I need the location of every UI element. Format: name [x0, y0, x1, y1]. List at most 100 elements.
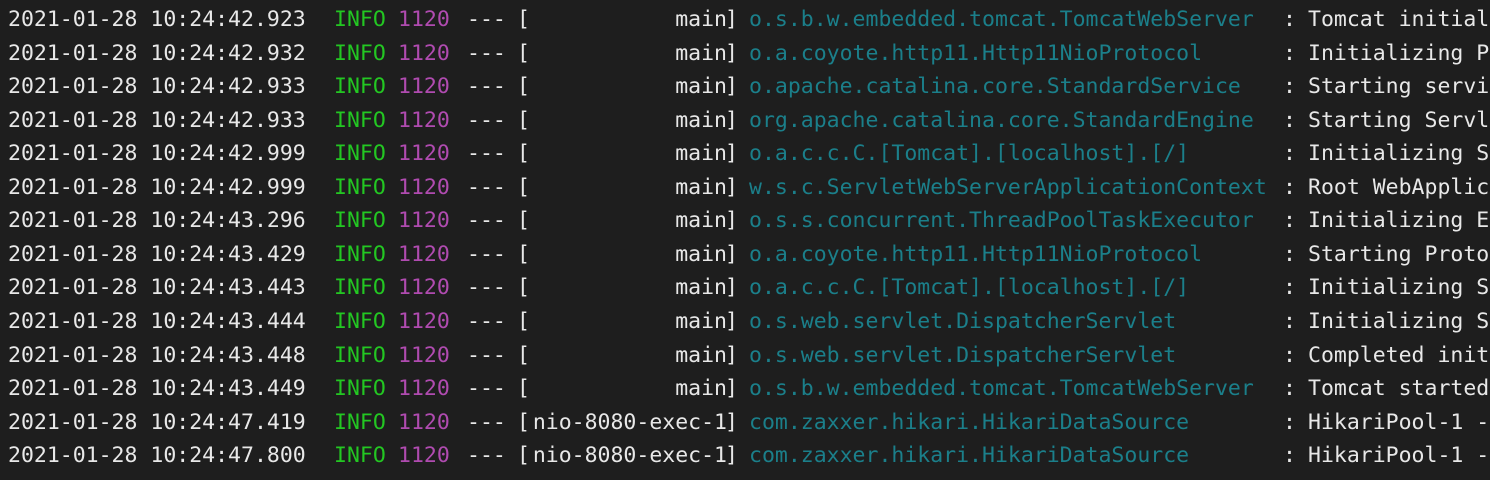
thread-bracket-open: [: [517, 275, 530, 301]
log-timestamp: 2021-01-28 10:24:42.999: [8, 174, 306, 200]
log-separator: ---: [467, 275, 506, 301]
log-logger: o.s.web.servlet.DispatcherServlet: [749, 308, 1177, 334]
log-message: HikariPool-1 -: [1308, 409, 1490, 435]
log-timestamp: 2021-01-28 10:24:42.923: [8, 7, 306, 32]
thread-bracket-close: ]: [725, 40, 738, 66]
thread-bracket-open: [: [517, 342, 530, 368]
log-message: Initializing S: [1308, 141, 1490, 167]
thread-bracket-open: [: [517, 409, 530, 435]
log-message: Completed init: [1308, 342, 1490, 368]
log-separator: ---: [467, 107, 506, 133]
log-message-separator: :: [1283, 74, 1296, 100]
log-thread: main: [675, 241, 727, 267]
thread-bracket-close: ]: [725, 174, 738, 200]
thread-bracket-close: ]: [725, 74, 738, 100]
log-message: Starting Servl: [1308, 107, 1490, 133]
log-level: INFO: [334, 376, 386, 402]
log-separator: ---: [467, 141, 506, 167]
log-thread: main: [675, 107, 727, 133]
log-pid: 1120: [398, 208, 450, 234]
log-thread: main: [675, 308, 727, 334]
log-separator: ---: [467, 74, 506, 100]
log-pid: 1120: [398, 409, 450, 435]
log-level: INFO: [334, 174, 386, 200]
log-message: Initializing P: [1308, 40, 1490, 66]
log-message-separator: :: [1283, 40, 1296, 66]
thread-bracket-close: ]: [725, 443, 738, 469]
log-pid: 1120: [398, 443, 450, 469]
log-message-separator: :: [1283, 443, 1296, 469]
log-pid: 1120: [398, 107, 450, 133]
thread-bracket-open: [: [517, 241, 530, 267]
log-message-separator: :: [1283, 241, 1296, 267]
thread-bracket-close: ]: [725, 141, 738, 167]
thread-bracket-open: [: [517, 40, 530, 66]
log-pid: 1120: [398, 342, 450, 368]
thread-bracket-close: ]: [725, 7, 738, 32]
thread-bracket-close: ]: [725, 275, 738, 301]
log-message-separator: :: [1283, 7, 1296, 32]
log-separator: ---: [467, 409, 506, 435]
thread-bracket-open: [: [517, 7, 530, 32]
log-message-separator: :: [1283, 141, 1296, 167]
thread-bracket-close: ]: [725, 107, 738, 133]
log-level: INFO: [334, 74, 386, 100]
log-separator: ---: [467, 308, 506, 334]
log-separator: ---: [467, 342, 506, 368]
log-message-separator: :: [1283, 409, 1296, 435]
log-message: Initializing E: [1308, 208, 1490, 234]
thread-bracket-close: ]: [725, 376, 738, 402]
log-pid: 1120: [398, 174, 450, 200]
log-level: INFO: [334, 275, 386, 301]
log-message: Root WebApplic: [1308, 174, 1490, 200]
log-separator: ---: [467, 174, 506, 200]
log-logger: o.s.web.servlet.DispatcherServlet: [749, 342, 1177, 368]
log-separator: ---: [467, 208, 506, 234]
log-message: Tomcat started: [1308, 376, 1490, 402]
log-thread: main: [675, 74, 727, 100]
log-thread: main: [675, 208, 727, 234]
log-logger: w.s.c.ServletWebServerApplicationContext: [749, 174, 1267, 200]
log-thread: nio-8080-exec-1: [532, 443, 727, 469]
thread-bracket-open: [: [517, 107, 530, 133]
log-message-separator: :: [1283, 275, 1296, 301]
log-timestamp: 2021-01-28 10:24:42.933: [8, 107, 306, 133]
log-pid: 1120: [398, 241, 450, 267]
log-console[interactable]: 2021-01-28 10:24:42.923 INFO 1120 --- [ main]…: [0, 0, 1490, 480]
log-message: Starting Proto: [1308, 241, 1490, 267]
thread-bracket-open: [: [517, 376, 530, 402]
log-pid: 1120: [398, 74, 450, 100]
log-timestamp: 2021-01-28 10:24:43.449: [8, 376, 306, 402]
log-thread: main: [675, 7, 727, 32]
thread-bracket-open: [: [517, 443, 530, 469]
thread-bracket-open: [: [517, 208, 530, 234]
log-separator: ---: [467, 241, 506, 267]
log-timestamp: 2021-01-28 10:24:42.933: [8, 74, 306, 100]
thread-bracket-close: ]: [725, 308, 738, 334]
log-pid: 1120: [398, 141, 450, 167]
thread-bracket-open: [: [517, 74, 530, 100]
log-message-separator: :: [1283, 308, 1296, 334]
log-message-separator: :: [1283, 342, 1296, 368]
log-logger: o.a.coyote.http11.Http11NioProtocol: [749, 40, 1203, 66]
log-thread: main: [675, 376, 727, 402]
log-thread: main: [675, 141, 727, 167]
log-thread: main: [675, 40, 727, 66]
log-logger: o.a.c.c.C.[Tomcat].[localhost].[/]: [749, 141, 1190, 167]
log-logger: o.s.b.w.embedded.tomcat.TomcatWebServer: [749, 7, 1254, 32]
log-separator: ---: [467, 7, 506, 32]
log-timestamp: 2021-01-28 10:24:47.419: [8, 409, 306, 435]
log-message-separator: :: [1283, 174, 1296, 200]
log-message-separator: :: [1283, 107, 1296, 133]
log-timestamp: 2021-01-28 10:24:43.296: [8, 208, 306, 234]
log-message: Initializing S: [1308, 308, 1490, 334]
log-timestamp: 2021-01-28 10:24:43.443: [8, 275, 306, 301]
log-logger: o.a.c.c.C.[Tomcat].[localhost].[/]: [749, 275, 1190, 301]
log-pid: 1120: [398, 40, 450, 66]
log-thread: main: [675, 174, 727, 200]
log-pid: 1120: [398, 308, 450, 334]
log-level: INFO: [334, 7, 386, 32]
thread-bracket-open: [: [517, 308, 530, 334]
log-separator: ---: [467, 40, 506, 66]
thread-bracket-close: ]: [725, 208, 738, 234]
